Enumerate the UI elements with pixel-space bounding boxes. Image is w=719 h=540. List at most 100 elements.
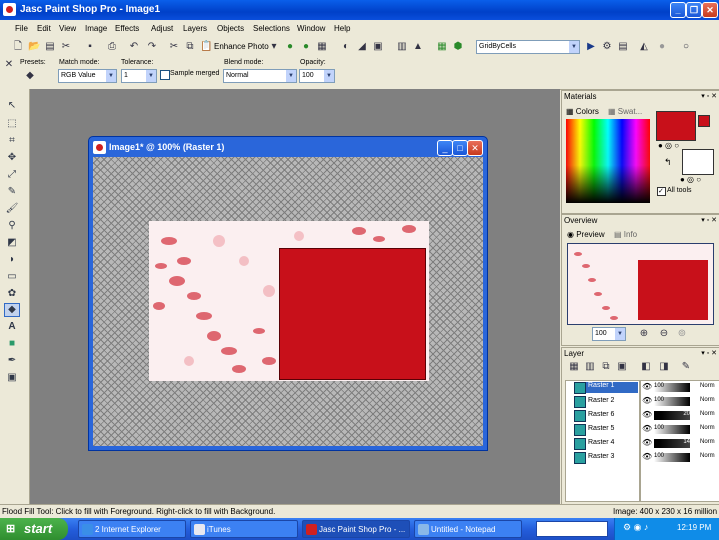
bg-material-options-icon[interactable]: ● ◎ ○ [680,175,701,184]
menu-window[interactable]: Window [297,24,325,33]
palette-buttons[interactable]: ▾ ▫ ✕ [701,92,717,100]
menu-edit[interactable]: Edit [37,24,51,33]
menu-view[interactable]: View [59,24,76,33]
script-options-icon[interactable]: ⚙ [601,41,613,53]
photo-icon[interactable]: ▦ [316,41,328,53]
clone-tool-icon[interactable]: ⚲ [4,219,20,233]
layer-opacity-bar[interactable]: 100 [654,453,690,462]
color-spectrum[interactable] [566,119,650,203]
menu-selections[interactable]: Selections [253,24,290,33]
image-close-button[interactable]: ✕ [467,140,483,156]
visibility-eye-icon[interactable]: 👁 [642,424,652,433]
new-layer-group-icon[interactable]: ▥ [584,361,596,373]
contrast-icon[interactable]: ◢ [356,41,368,53]
taskbar-itunes[interactable]: iTunes [190,520,298,538]
minimize-button[interactable]: _ [670,2,686,18]
paste-icon[interactable]: 📋 [200,41,212,53]
print-icon[interactable]: ⎙ [106,41,118,53]
duplicate-layer-icon[interactable]: ⧉ [600,361,612,373]
undo-icon[interactable]: ↶ [128,41,140,53]
levels-icon[interactable]: ▲ [412,41,424,53]
selection-tool-icon[interactable]: ⬚ [4,117,20,131]
layer-blend-mode[interactable]: Norm [700,439,715,445]
layer-opacity-bar[interactable]: 100 [654,425,690,434]
layer-controls-row[interactable]: 👁 20 Norm [642,410,716,422]
menu-help[interactable]: Help [334,24,350,33]
background-swatch-box[interactable] [682,149,714,175]
image-canvas[interactable] [93,157,483,446]
layer-blend-mode[interactable]: Norm [700,383,715,389]
lighten-tool-icon[interactable]: ◩ [4,236,20,250]
visibility-eye-icon[interactable]: 👁 [642,410,652,419]
pan-tool-icon[interactable]: ↖ [4,99,20,113]
swatches-tab[interactable]: ▦ Swat... [608,107,642,116]
open-icon[interactable]: 📂 [28,41,40,53]
layer-row[interactable]: Raster 1 [566,382,638,394]
blend-mode-select[interactable]: Normal ▼ [223,69,297,83]
run-script-icon[interactable]: ▶ [585,41,597,53]
background-color-swatch[interactable] [698,115,710,127]
layer-controls-row[interactable]: 👁 100 Norm [642,396,716,408]
layer-palette-buttons[interactable]: ▾ ▫ ✕ [701,349,717,357]
material-options-icon[interactable]: ● ◎ ○ [658,141,679,150]
taskbar-paint-shop-pro[interactable]: Jasc Paint Shop Pro - ... [302,520,410,538]
layers-icon[interactable]: ▦ [436,41,448,53]
menu-objects[interactable]: Objects [217,24,244,33]
foreground-color-swatch[interactable] [656,111,696,141]
mask-layer-icon[interactable]: ◧ [640,361,652,373]
image-minimize-button[interactable]: _ [437,140,453,156]
menu-image[interactable]: Image [85,24,107,33]
restore-button[interactable]: ❐ [686,2,702,18]
stop-script-icon[interactable]: ○ [680,41,692,53]
layer-row[interactable]: Raster 6 [566,410,638,422]
overview-zoom-stepper[interactable]: 100 ▼ [592,327,626,341]
pen-tool-icon[interactable]: ✒ [4,354,20,368]
overview-preview[interactable] [567,243,714,325]
picture-tube-tool-icon[interactable]: ✿ [4,287,20,301]
preset-shape-tool-icon[interactable]: ■ [4,337,20,351]
close-options-icon[interactable]: ✕ [3,59,15,71]
one-step-fix-icon[interactable]: ● [284,41,296,53]
browse-icon[interactable]: ▤ [44,41,56,53]
all-tools-checkbox[interactable]: ✓ [657,187,666,196]
adjust-icon[interactable]: ◐ [340,41,352,53]
menu-adjust[interactable]: Adjust [151,24,173,33]
enhance-photo-button[interactable]: Enhance Photo [214,42,269,51]
layer-opacity-bar[interactable]: 20 [654,411,690,420]
taskbar-search-input[interactable] [536,521,608,537]
save-icon[interactable]: ▪ [84,41,96,53]
close-button[interactable]: ✕ [702,2,718,18]
start-button[interactable]: ⊞ start [0,518,68,540]
layer-controls-row[interactable]: 👁 100 Norm [642,452,716,464]
sample-merged-checkbox[interactable] [160,70,170,80]
app-icon[interactable] [3,3,16,16]
script-select[interactable]: GridByCells ▼ [476,40,580,54]
smudge-tool-icon[interactable]: ◗ [4,253,20,267]
redo-icon[interactable]: ↷ [146,41,158,53]
match-mode-select[interactable]: RGB Value ▼ [58,69,117,83]
visibility-eye-icon[interactable]: 👁 [642,438,652,447]
colors-tab[interactable]: ▦ Colors [566,107,599,116]
cut-icon[interactable]: ✂ [168,41,180,53]
layer-row[interactable]: Raster 2 [566,396,638,408]
menu-effects[interactable]: Effects [115,24,139,33]
layer-controls-row[interactable]: 👁 100 Norm [642,382,716,394]
tray-icons[interactable]: ⚙ ◉ ♪ [623,522,648,533]
edit-script-icon[interactable]: ▤ [617,41,629,53]
preview-tab[interactable]: ◉ Preview [567,230,605,239]
menu-file[interactable]: File [15,24,28,33]
pause-script-icon[interactable]: ● [656,41,668,53]
layer-blend-mode[interactable]: Norm [700,397,715,403]
layer-opacity-bar[interactable]: 100 [654,383,690,392]
zoom-fit-icon[interactable]: ⊚ [676,328,688,340]
crop-tool-icon[interactable]: ⌗ [4,134,20,148]
layer-row[interactable]: Raster 5 [566,424,638,436]
dropper-tool-icon[interactable]: ✎ [4,185,20,199]
scan-icon[interactable]: ✂ [60,41,72,53]
adjustment-layer-icon[interactable]: ◨ [658,361,670,373]
warp-tool-icon[interactable]: ▣ [4,371,20,385]
visibility-eye-icon[interactable]: 👁 [642,452,652,461]
opacity-stepper[interactable]: 100 ▼ [299,69,335,83]
delete-layer-icon[interactable]: ▣ [616,361,628,373]
zoom-in-icon[interactable]: ⊕ [638,328,650,340]
